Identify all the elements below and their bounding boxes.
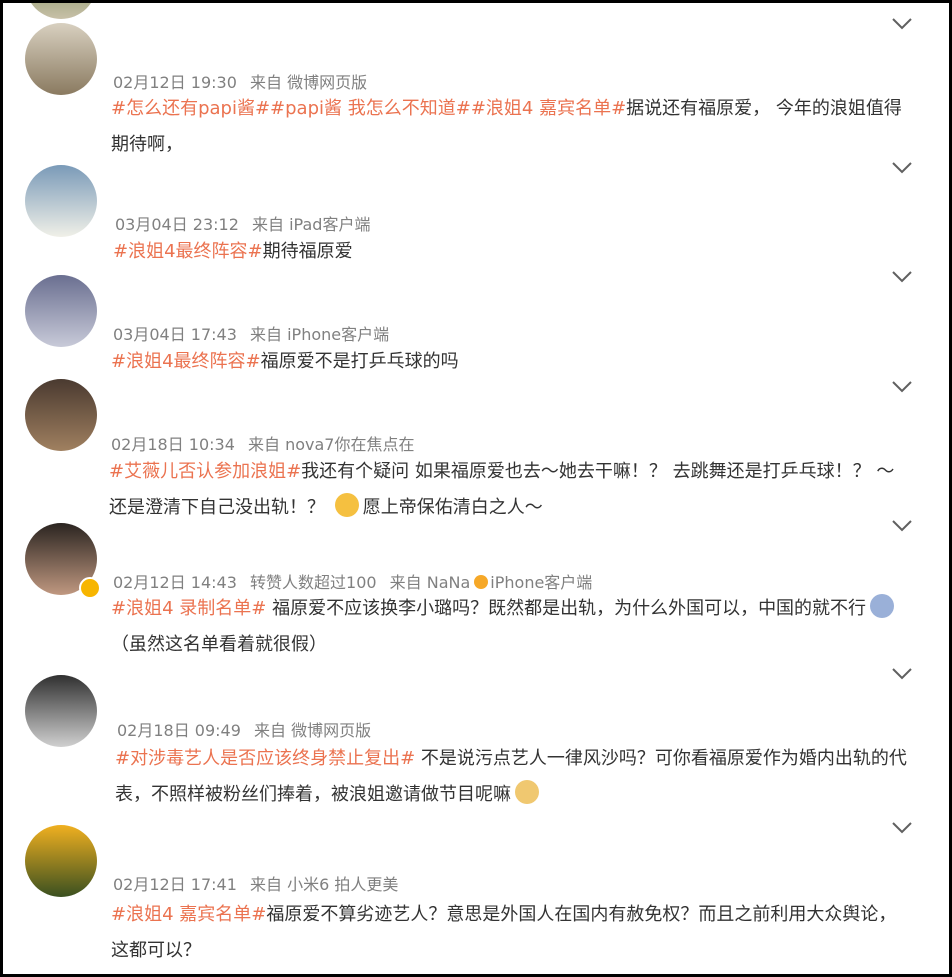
post-time[interactable]: 02月12日 14:43: [113, 573, 237, 592]
avatar[interactable]: [25, 825, 97, 897]
post-meta: 02月18日 09:49 来自 微博网页版: [117, 717, 379, 741]
post-text: #艾薇儿否认参加浪姐#我还有个疑问 如果福原爱也去～她去干嘛！？ 去跳舞还是打乒…: [109, 454, 909, 526]
post-meta: 03月04日 23:12 来自 iPad客户端: [115, 211, 378, 235]
post-meta: 02月12日 19:30 来自 微博网页版: [113, 69, 375, 93]
hashtag-link[interactable]: #浪姐4 嘉宾名单#: [111, 904, 266, 925]
post-source: 来自 iPad客户端: [252, 215, 371, 234]
post-source: 来自 微博网页版: [250, 73, 368, 92]
sun-icon: [474, 575, 489, 589]
post-source: 来自 iPhone客户端: [250, 325, 390, 344]
emoji-icon: [515, 780, 539, 804]
post-time[interactable]: 02月18日 10:34: [111, 435, 235, 454]
post-meta: 02月12日 17:41 来自 小米6 拍人更美: [113, 871, 406, 895]
emoji-icon: [334, 493, 359, 517]
hashtag-link[interactable]: #怎么还有papi酱#: [111, 98, 270, 119]
avatar[interactable]: [25, 675, 97, 747]
post-body-text: （虽然这名单看着就很假）: [111, 634, 327, 655]
post-text: #浪姐4 嘉宾名单#福原爱不算劣迹艺人？意思是外国人在国内有赦免权？而且之前利用…: [111, 897, 911, 969]
hashtag-link[interactable]: #浪姐4最终阵容#: [111, 351, 261, 372]
post-body-text: 福原爱不应该换李小璐吗？既然都是出轨，为什么外国可以，中国的就不行: [266, 598, 867, 619]
chevron-down-icon[interactable]: [891, 161, 913, 175]
post-time[interactable]: 02月12日 19:30: [113, 73, 237, 92]
post-time[interactable]: 03月04日 23:12: [115, 215, 239, 234]
hashtag-link[interactable]: #浪姐4 嘉宾名单#: [471, 98, 626, 119]
emoji-icon: [870, 594, 895, 618]
comment-feed: 02月12日 19:30 来自 微博网页版 #怎么还有papi酱##papi酱 …: [0, 0, 952, 977]
post-meta: 02月18日 10:34 来自 nova7你在焦点在: [111, 431, 423, 455]
avatar[interactable]: [25, 3, 97, 19]
hashtag-link[interactable]: #浪姐4最终阵容#: [113, 241, 263, 262]
post-text: #怎么还有papi酱##papi酱 我怎么不知道##浪姐4 嘉宾名单#据说还有福…: [111, 91, 911, 163]
post-time[interactable]: 02月12日 17:41: [113, 875, 237, 894]
hashtag-link[interactable]: #papi酱 我怎么不知道#: [270, 98, 471, 119]
post-body-text: 期待福原爱: [262, 241, 353, 262]
post-body-text: 福原爱不是打乒乓球的吗: [260, 351, 459, 372]
post-source: 来自 小米6 拍人更美: [250, 875, 399, 894]
post-time[interactable]: 02月18日 09:49: [117, 721, 241, 740]
post-text: #对涉毒艺人是否应该终身禁止复出# 不是说污点艺人一律风沙吗？可你看福原爱作为婚…: [115, 741, 915, 813]
post-meta: 02月12日 14:43 转赞人数超过100 来自 NaNa iPhone客户端: [113, 569, 600, 593]
chevron-down-icon[interactable]: [891, 821, 913, 835]
verified-badge-icon: [79, 577, 101, 599]
post-source: 来自 NaNa iPhone客户端: [389, 573, 593, 592]
avatar[interactable]: [25, 379, 97, 451]
avatar[interactable]: [25, 165, 97, 237]
chevron-down-icon[interactable]: [891, 380, 913, 394]
hashtag-link[interactable]: #浪姐4 录制名单#: [111, 598, 266, 619]
chevron-down-icon[interactable]: [891, 270, 913, 284]
post-source: 来自 nova7你在焦点在: [248, 435, 415, 454]
post-extra: 转赞人数超过100: [250, 573, 377, 592]
post-source: 来自 微博网页版: [254, 721, 372, 740]
post-text: #浪姐4最终阵容#福原爱不是打乒乓球的吗: [111, 344, 911, 380]
chevron-down-icon[interactable]: [891, 17, 913, 31]
chevron-down-icon[interactable]: [891, 519, 913, 533]
avatar[interactable]: [25, 275, 97, 347]
post-text: #浪姐4 录制名单# 福原爱不应该换李小璐吗？既然都是出轨，为什么外国可以，中国…: [111, 591, 911, 663]
post-time[interactable]: 03月04日 17:43: [113, 325, 237, 344]
avatar[interactable]: [25, 23, 97, 95]
chevron-down-icon[interactable]: [891, 667, 913, 681]
post-body-text: 愿上帝保佑清白之人～: [362, 497, 543, 518]
post-meta: 03月04日 17:43 来自 iPhone客户端: [113, 321, 397, 345]
hashtag-link[interactable]: #艾薇儿否认参加浪姐#: [109, 461, 301, 482]
post-text: #浪姐4最终阵容#期待福原爱: [113, 234, 913, 270]
hashtag-link[interactable]: #对涉毒艺人是否应该终身禁止复出#: [115, 748, 415, 769]
